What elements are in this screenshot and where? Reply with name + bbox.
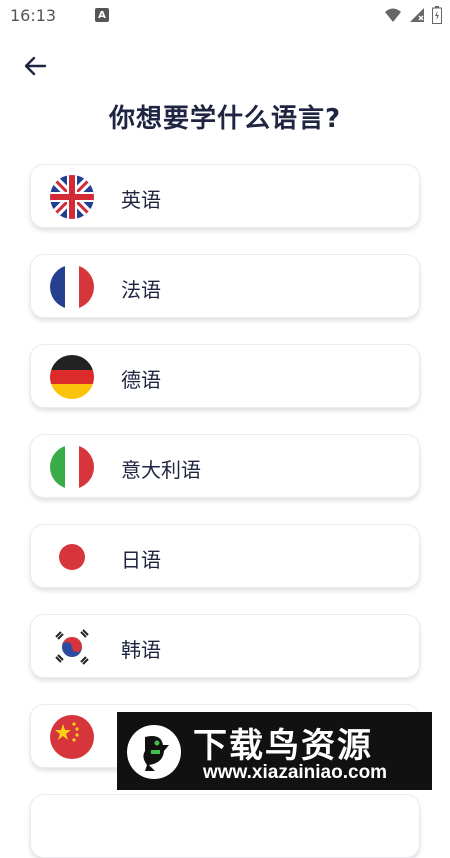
uk-flag-icon [50,175,94,219]
language-option-partial[interactable] [30,794,420,858]
korea-flag-icon [50,625,94,669]
page-title: 你想要学什么语言? [108,104,342,134]
language-label: 日语 [121,548,161,572]
signal-icon [410,8,424,22]
china-flag-icon [50,715,94,759]
watermark-title: 下载鸟资源 [193,726,373,766]
status-icons [384,6,442,24]
language-label: 德语 [121,368,161,392]
status-time: 16:13 [10,6,57,25]
language-option-korean[interactable]: 韩语 [30,614,420,678]
language-option-italian[interactable]: 意大利语 [30,434,420,498]
arrow-left-icon [24,56,47,76]
watermark-url: www.xiazainiao.com [203,762,388,783]
language-option-english[interactable]: 英语 [30,164,420,228]
language-option-german[interactable]: 德语 [30,344,420,408]
france-flag-icon [50,265,94,309]
japan-flag-icon [50,535,94,579]
language-label: 英语 [121,188,161,212]
language-label: 法语 [121,278,161,302]
language-option-french[interactable]: 法语 [30,254,420,318]
notification-a-icon: A [95,8,109,22]
germany-flag-icon [50,355,94,399]
status-bar: 16:13 A [0,0,450,32]
italy-flag-icon [50,445,94,489]
language-label: 意大利语 [121,458,201,482]
language-label: 韩语 [121,638,161,662]
battery-icon [432,6,442,24]
back-button[interactable] [22,52,50,80]
wifi-icon [385,8,401,22]
watermark-banner: 下载鸟资源 www.xiazainiao.com [117,712,432,790]
bird-logo-icon [127,725,181,779]
language-option-japanese[interactable]: 日语 [30,524,420,588]
